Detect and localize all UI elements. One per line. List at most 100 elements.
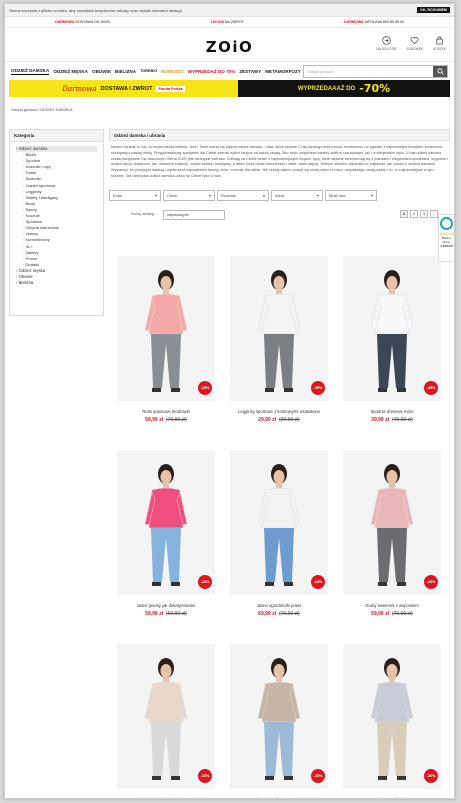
product-card[interactable]: -15% Spodnie damskie bojówki z kieszeniam…	[117, 644, 215, 798]
filter-dropdown[interactable]: Musť see ▾	[325, 190, 377, 201]
category-description: Modne ubrania to coś, co kocha każda kob…	[111, 145, 448, 178]
sort-select[interactable]: najnowszych	[163, 210, 225, 220]
model-photo	[257, 464, 301, 586]
nav-metamorfozy[interactable]: METAMORFOZY	[265, 69, 301, 74]
breadcrumb[interactable]: Strona główna / ODZIEŻ DAMSKA	[5, 97, 454, 112]
nav-zestawy[interactable]: ZESTAWY	[239, 69, 261, 74]
current-price: 69,99 zł	[258, 611, 276, 617]
logo[interactable]: ZOiO	[206, 38, 254, 56]
product-name[interactable]: Rurki jeansowe biodrówki	[117, 409, 215, 414]
product-image[interactable]: -30%	[343, 644, 441, 789]
product-card[interactable]: -25% Legginsy sportowe z kolorowymi wstaw…	[230, 256, 328, 423]
nav-sale[interactable]: WYPRZEDAŻ DO 70%	[188, 69, 236, 74]
old-price: (70,99 zł)	[165, 417, 187, 423]
chevron-right-icon: ›	[16, 267, 19, 273]
filter-dropdown[interactable]: Rozmiar ▾	[217, 190, 269, 201]
promo-highlight: DARMOWA	[55, 20, 75, 24]
product-image[interactable]: -13%	[230, 450, 328, 595]
chevron-down-icon: ▾	[262, 193, 265, 198]
cookie-accept-button[interactable]: OK, ROZUMIEM	[417, 7, 450, 13]
chevron-right-icon: ›	[16, 273, 19, 279]
bullet-icon: ·	[23, 176, 26, 182]
product-image[interactable]: -15%	[117, 256, 215, 401]
page-button[interactable]: 3	[420, 210, 428, 218]
product-card[interactable]: -30%Materiałowe rurki jak jeansy49,99 zł…	[343, 644, 441, 798]
page-button[interactable]: ...	[430, 210, 438, 218]
old-price: (39,99 zł)	[278, 417, 300, 423]
rating-title: Bardzo dobry	[441, 236, 452, 244]
product-name[interactable]: Jasne jeansy boyfriendy z rozdarciami	[230, 797, 328, 798]
bullet-icon: ·	[23, 219, 26, 225]
search-input[interactable]: Znajdź produkt	[304, 69, 433, 74]
nav-torebki[interactable]: TOREBKI	[140, 69, 157, 73]
trust-seal	[440, 217, 453, 230]
login-label: ZALOGUJ SIĘ	[375, 47, 397, 51]
product-name[interactable]: Legginsy sportowe z kolorowymi wstawkami	[230, 409, 328, 414]
bullet-icon: ·	[23, 255, 26, 261]
chevron-right-icon: ›	[16, 146, 19, 151]
product-image[interactable]: -13%	[117, 450, 215, 595]
product-card[interactable]: -13% Jasne jeansy jak dekatyzowane 59,99 z…	[117, 450, 215, 617]
product-name[interactable]: Gruby sweterek z wiązaniem	[343, 603, 441, 608]
product-card[interactable]: -20% Spodnie dresowe moro 39,99 zł (49,99 z…	[343, 256, 441, 423]
product-card[interactable]: -13% Jasne ogrodniczki jeans 69,99 zł (79,9…	[230, 450, 328, 617]
bullet-icon: ·	[23, 206, 26, 212]
product-name[interactable]: Jasne ogrodniczki jeans	[230, 603, 328, 608]
nav-nowosci[interactable]: NOWOŚCI	[161, 69, 183, 74]
category-sidebar: Kategoria › Odzież damska · Bluzki · Spodn…	[9, 129, 104, 316]
promo-highlight: 100 DNI	[210, 20, 224, 24]
search-button[interactable]	[433, 66, 447, 77]
rating-score: 4.78/5.00	[440, 244, 453, 248]
discount-badge: -15%	[311, 769, 325, 783]
product-name[interactable]: Spodnie damskie bojówki z kieszeniami	[117, 797, 215, 798]
promo-highlight: DARMOWA	[344, 20, 364, 24]
heart-icon	[410, 37, 419, 45]
product-card[interactable]: -15% Rurki jeansowe biodrówki 59,99 zł (70,…	[117, 256, 215, 423]
product-image[interactable]: -25%	[343, 450, 441, 595]
wishlist-button[interactable]: SCHOWEK	[407, 36, 423, 51]
cart-button[interactable]: KOSZYK	[433, 36, 446, 51]
filter-dropdown[interactable]: Kolor ▾	[109, 190, 161, 201]
nav-bielizna[interactable]: BIELIZNA	[115, 69, 136, 74]
promo-text: DOSTAWA OD 100ZŁ	[74, 20, 111, 24]
sale-banner-percent: -70%	[359, 82, 391, 95]
product-card[interactable]: -15% Jasne jeansy boyfriendy z rozdarciam…	[230, 644, 328, 798]
product-name[interactable]: Materiałowe rurki jak jeansy	[343, 797, 441, 798]
wishlist-label: SCHOWEK	[406, 47, 424, 51]
page-button[interactable]: 2	[410, 210, 418, 218]
sale-banner[interactable]: WYPRZEDAAAŻ DO -70%	[238, 80, 450, 97]
filter-label: Rozmiar	[221, 193, 236, 198]
nav-obuwie[interactable]: OBUWIE	[92, 69, 111, 74]
product-price: 39,99 zł (49,99 zł)	[343, 417, 441, 423]
page-title: Odzież damska i ubrania	[109, 129, 450, 141]
product-image[interactable]: -20%	[343, 256, 441, 401]
product-price: 59,99 zł (79,99 zł)	[343, 611, 441, 617]
product-name[interactable]: Spodnie dresowe moro	[343, 409, 441, 414]
product-name[interactable]: Jasne jeansy jak dekatyzowane	[117, 603, 215, 608]
trust-badge[interactable]: ★★★★★ Bardzo dobry 4.78/5.00	[438, 214, 454, 262]
search-icon	[436, 68, 444, 75]
product-card[interactable]: -25% Gruby sweterek z wiązaniem 59,99 zł (7…	[343, 450, 441, 617]
product-image[interactable]: -15%	[117, 644, 215, 789]
category-item[interactable]: › Bielizna	[16, 280, 97, 286]
bullet-icon: ·	[23, 152, 26, 158]
promo-return[interactable]: 100 DNI NA ZWROT	[211, 20, 244, 24]
nav-odziez-meska[interactable]: ODZIEŻ MĘSKA	[53, 69, 88, 74]
discount-badge: -15%	[198, 381, 212, 395]
filter-dropdown[interactable]: Wzór ▾	[271, 190, 323, 201]
chevron-down-icon: ▾	[208, 193, 211, 198]
chevron-down-icon: ▾	[316, 193, 319, 198]
page-button[interactable]: 1	[400, 210, 408, 218]
model-photo	[144, 270, 188, 392]
product-image[interactable]: -25%	[230, 256, 328, 401]
promo-free-delivery[interactable]: DARMOWA DOSTAWA OD 100ZŁ	[55, 20, 110, 24]
filter-dropdown[interactable]: Cena ▾	[163, 190, 215, 201]
old-price: (79,99 zł)	[391, 611, 413, 617]
free-delivery-banner[interactable]: Darmowa DOSTAWA I ZWROT Poczta Polska	[9, 80, 238, 97]
bullet-icon: ·	[23, 170, 26, 176]
promo-helpline[interactable]: DARMOWA INFOLINIA 800 80 99 00	[344, 20, 404, 24]
cookie-text: Strona korzysta z plików cookies, aby um…	[9, 7, 183, 13]
login-button[interactable]: ZALOGUJ SIĘ	[376, 36, 397, 51]
product-image[interactable]: -15%	[230, 644, 328, 789]
nav-odziez-damska[interactable]: ODZIEŻ DAMSKA	[11, 68, 50, 75]
